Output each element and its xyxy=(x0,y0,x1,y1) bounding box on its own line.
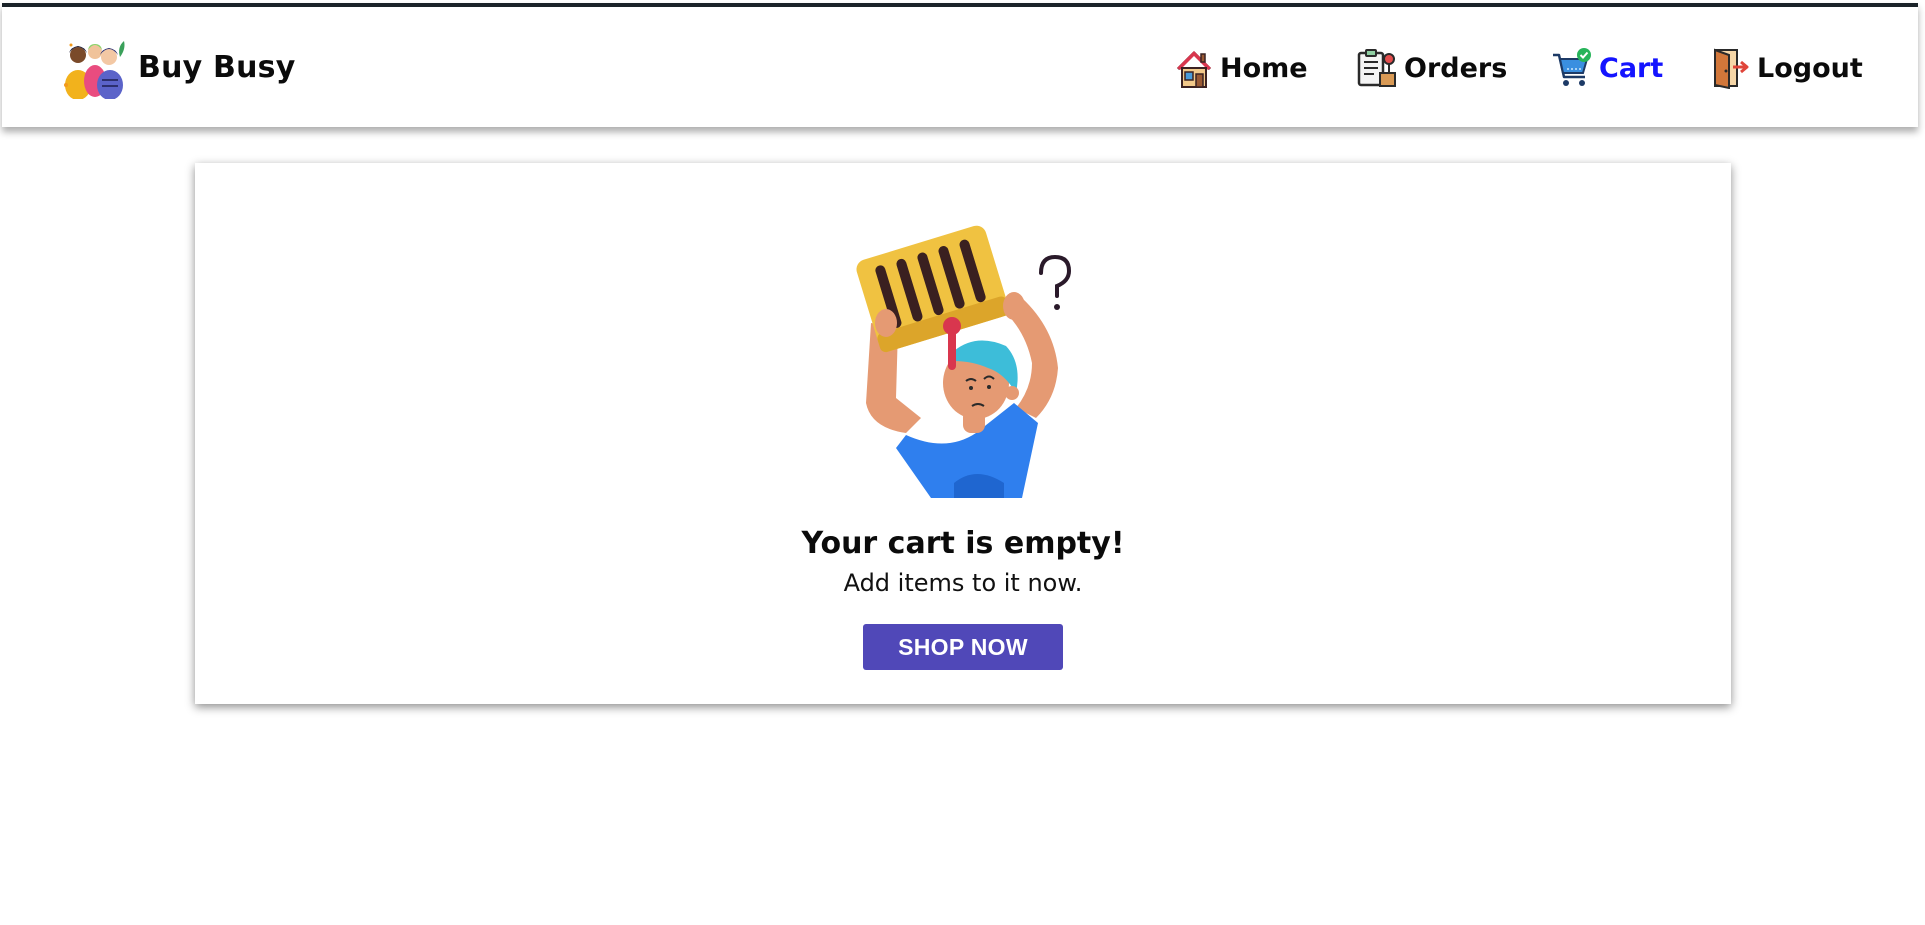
nav-cart[interactable]: Cart xyxy=(1551,47,1663,89)
nav-orders-label: Orders xyxy=(1404,52,1508,84)
confused-person-basket-illustration xyxy=(856,225,1072,498)
nav-logout[interactable]: Logout xyxy=(1711,47,1863,89)
nav-home-label: Home xyxy=(1220,52,1308,84)
shopping-cart-icon xyxy=(1553,48,1591,86)
nav-home[interactable]: Home xyxy=(1174,47,1308,89)
friends-group-logo-icon xyxy=(64,41,125,99)
empty-cart-title: Your cart is empty! xyxy=(801,526,1125,561)
top-navbar: Buy Busy Home Orders Cart Logout xyxy=(2,3,1918,127)
exit-door-icon xyxy=(1714,48,1749,89)
empty-cart-subtitle: Add items to it now. xyxy=(843,569,1083,597)
clipboard-icon xyxy=(1357,49,1396,87)
nav-cart-label: Cart xyxy=(1599,52,1664,84)
brand-link[interactable]: Buy Busy xyxy=(62,35,295,99)
empty-cart-card: Your cart is empty! Add items to it now.… xyxy=(195,163,1731,704)
shop-now-button[interactable]: SHOP NOW xyxy=(863,624,1063,670)
nav-logout-label: Logout xyxy=(1757,52,1863,84)
house-icon xyxy=(1176,51,1212,88)
nav-orders[interactable]: Orders xyxy=(1356,47,1507,89)
brand-name: Buy Busy xyxy=(138,49,296,85)
